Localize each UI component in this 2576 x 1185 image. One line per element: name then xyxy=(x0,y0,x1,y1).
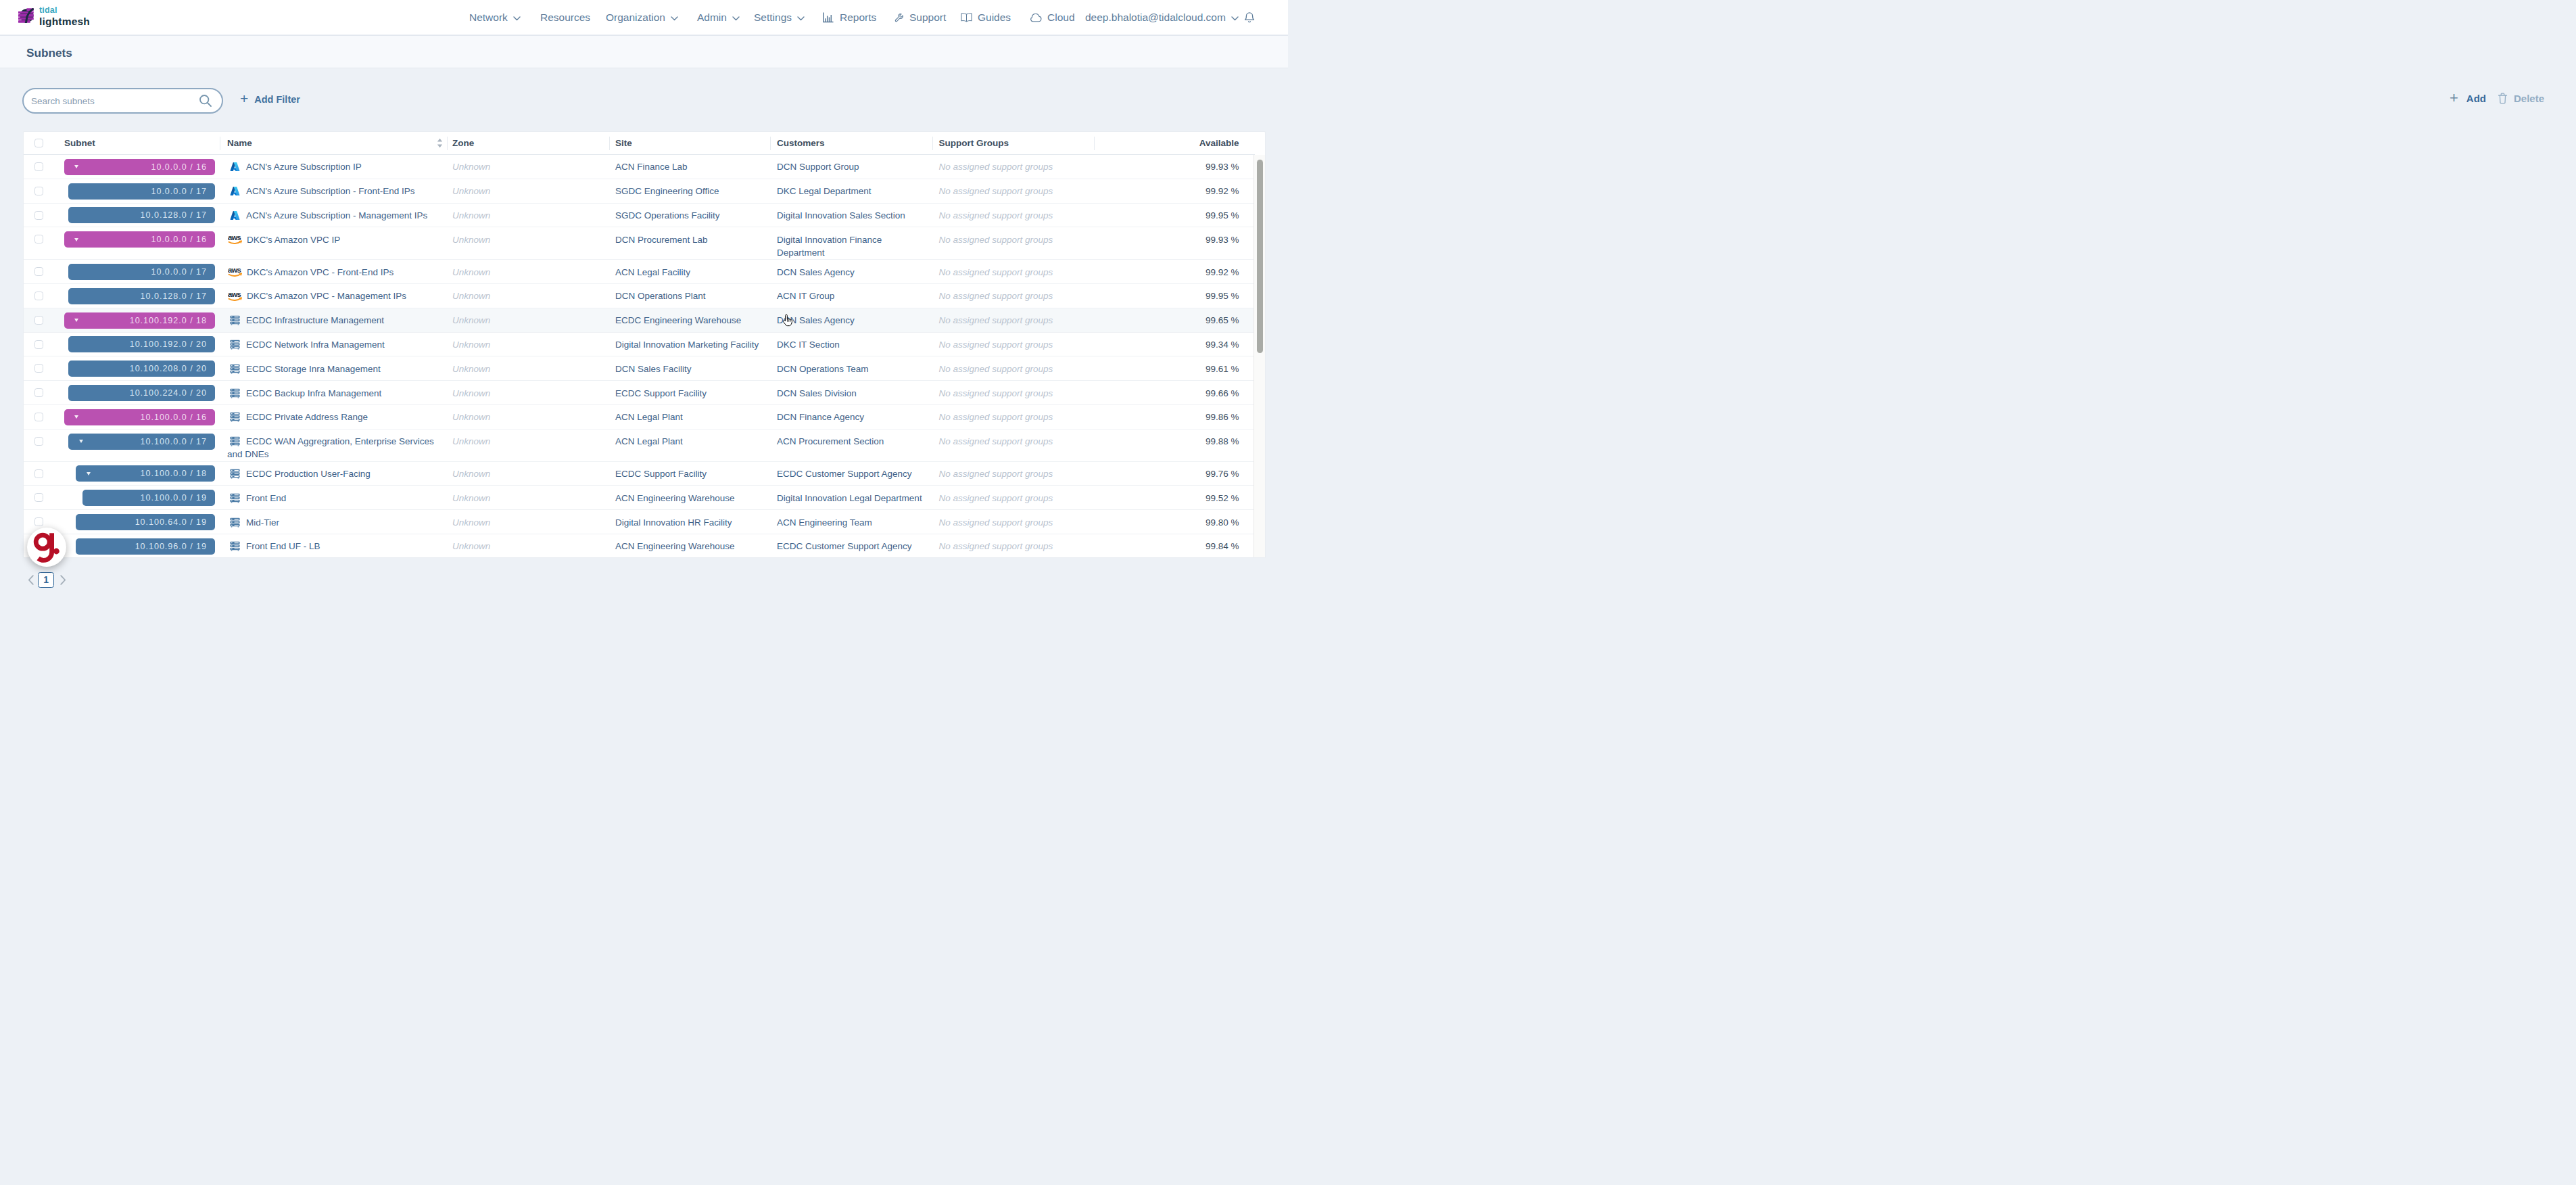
svg-text:aws: aws xyxy=(228,292,241,298)
svg-text:aws: aws xyxy=(228,235,241,241)
svg-text:aws: aws xyxy=(228,267,241,274)
